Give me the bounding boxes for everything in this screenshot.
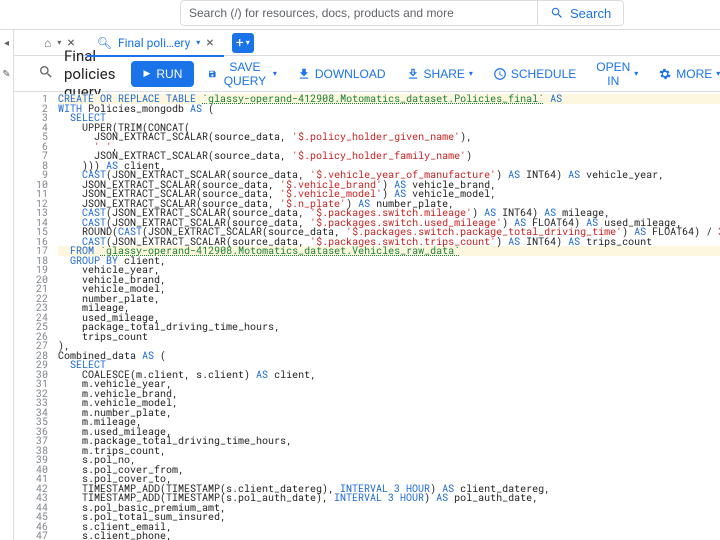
code-area[interactable]: CREATE OR REPLACE TABLE `glassy-operand-… xyxy=(54,92,720,540)
close-icon[interactable]: × xyxy=(206,35,213,51)
tab-home[interactable]: ⌂ ▾ × xyxy=(34,30,85,56)
save-icon xyxy=(208,67,217,81)
tabs-row: ⌂ ▾ × 🔍︎ Final poli…ery ▾ × +▾ xyxy=(14,30,720,56)
download-button[interactable]: DOWNLOAD xyxy=(291,61,392,87)
search-icon xyxy=(550,6,564,20)
tab-label: Final poli…ery xyxy=(118,36,190,50)
rail-pencil-icon[interactable]: ✎ xyxy=(2,69,10,80)
new-tab-button[interactable]: +▾ xyxy=(232,33,254,53)
clock-icon xyxy=(493,67,507,81)
sql-editor[interactable]: 1234567891011121314151617181920212223242… xyxy=(14,92,720,540)
magnify-icon: 🔍︎ xyxy=(97,36,112,50)
download-icon xyxy=(297,67,311,81)
schedule-button[interactable]: SCHEDULE xyxy=(487,61,582,87)
line-gutter: 1234567891011121314151617181920212223242… xyxy=(14,92,54,540)
close-icon[interactable]: × xyxy=(67,35,74,51)
gear-icon xyxy=(658,67,672,81)
home-icon: ⌂ xyxy=(44,36,51,50)
tab-query-active[interactable]: 🔍︎ Final poli…ery ▾ × xyxy=(87,30,224,56)
run-button[interactable]: RUN xyxy=(131,61,194,87)
rail-collapse-icon[interactable]: ◂ xyxy=(4,38,9,49)
share-button[interactable]: SHARE▾ xyxy=(400,61,479,87)
query-magnify-icon xyxy=(38,64,54,84)
plus-icon: + xyxy=(236,35,244,51)
left-rail: ◂ ✎ xyxy=(0,30,14,540)
save-query-button[interactable]: SAVE QUERY▾ xyxy=(202,61,282,87)
global-search-input[interactable] xyxy=(180,0,538,26)
more-button[interactable]: MORE▾ xyxy=(652,61,720,87)
global-search-button[interactable]: Search xyxy=(538,0,624,26)
share-icon xyxy=(406,67,420,81)
open-in-button[interactable]: OPEN IN▾ xyxy=(590,61,644,87)
toolbar: Final policies query RUN SAVE QUERY▾ DOW… xyxy=(14,56,720,92)
search-button-label: Search xyxy=(570,6,611,21)
